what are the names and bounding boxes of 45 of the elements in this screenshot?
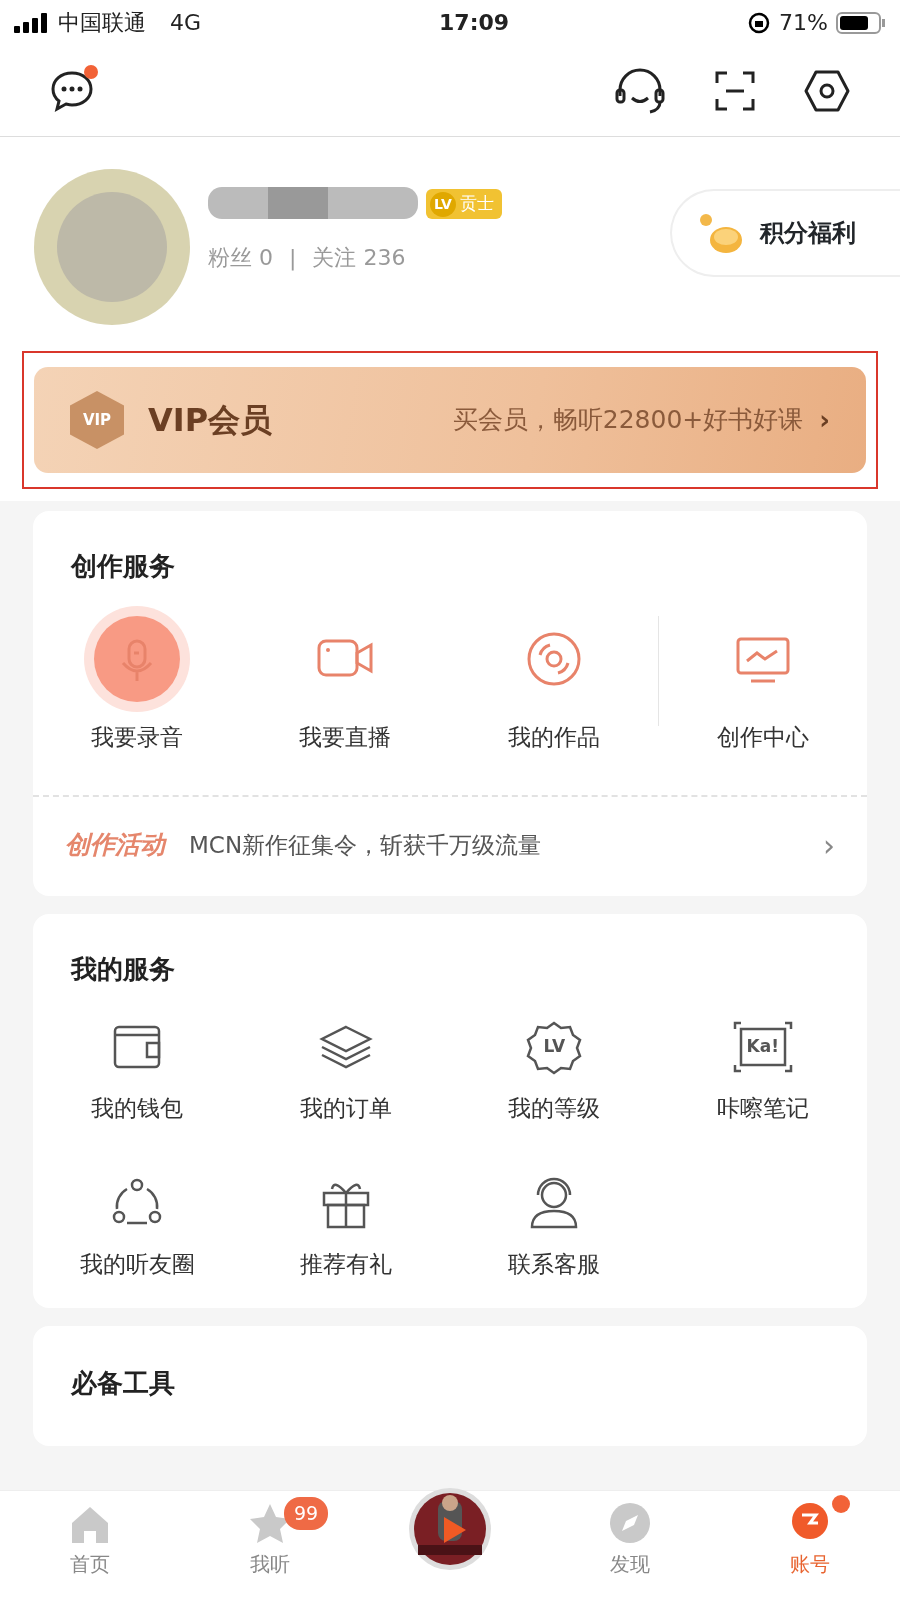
service-shortcut[interactable]: 联系客服 xyxy=(450,1175,659,1282)
section-title: 必备工具 xyxy=(70,1366,176,1400)
compass-icon xyxy=(608,1501,652,1545)
service-shortcut[interactable]: 我的钱包 xyxy=(33,1018,242,1125)
level-title: 贡士 xyxy=(459,192,494,216)
service-shortcut[interactable]: 创作中心 xyxy=(658,606,867,755)
service-shortcut[interactable]: 我的订单 xyxy=(241,1018,450,1125)
chevron: › xyxy=(823,826,835,865)
points-button[interactable]: 积分福利 xyxy=(670,189,900,277)
count-badge: 99 xyxy=(284,1497,329,1530)
activity-tag: 创作活动 xyxy=(65,826,165,864)
rotation-lock-icon xyxy=(747,10,772,35)
following-count: 关注 236 xyxy=(312,244,406,272)
service-shortcut[interactable]: 我的听友圈 xyxy=(33,1175,242,1282)
service-shortcut[interactable]: 我的作品 xyxy=(449,606,658,755)
follower-count: 粉丝 0 xyxy=(208,244,273,272)
icon-label: LV xyxy=(543,1034,566,1058)
tab[interactable]: 发现 xyxy=(608,1501,652,1579)
activity-row[interactable]: 创作活动 MCN新作征集令，斩获千万级流量 › xyxy=(33,794,867,896)
tab[interactable]: 首页 xyxy=(68,1501,112,1579)
separator: | xyxy=(289,244,297,273)
service-shortcut[interactable]: Ka! 咔嚓笔记 xyxy=(658,1018,867,1125)
section-title: 我的服务 xyxy=(69,952,176,986)
activity-text: MCN新作征集令，斩获千万级流量 xyxy=(189,830,543,860)
carrier-name: 中国联通 xyxy=(58,9,146,37)
service-shortcut[interactable]: 我要直播 xyxy=(241,606,450,755)
battery-icon xyxy=(836,10,886,35)
icon-label: Ka! xyxy=(746,1034,779,1058)
clock: 17:09 xyxy=(438,9,511,37)
vip-banner[interactable]: VIP VIP会员 买会员，畅听22800+好书好课 › xyxy=(34,367,866,473)
settings-icon[interactable] xyxy=(804,68,850,113)
service-shortcut[interactable]: 我要录音 xyxy=(33,606,242,755)
level-seal: LV xyxy=(430,191,456,217)
section-title: 创作服务 xyxy=(69,550,176,583)
service-shortcut[interactable]: LV 我的等级 xyxy=(450,1018,659,1125)
service-shortcut[interactable]: 推荐有礼 xyxy=(241,1175,450,1282)
vip-title: VIP会员 xyxy=(148,400,274,441)
scan-icon[interactable] xyxy=(714,69,756,112)
signal-icon xyxy=(14,12,50,33)
battery-percent: 71% xyxy=(779,9,828,37)
headset-icon[interactable] xyxy=(614,67,666,114)
chevron: › xyxy=(819,403,830,437)
vip-subtitle: 买会员，畅听22800+好书好课 xyxy=(452,404,804,437)
network-type: 4G xyxy=(170,9,202,37)
vip-emblem: VIP xyxy=(70,391,124,449)
